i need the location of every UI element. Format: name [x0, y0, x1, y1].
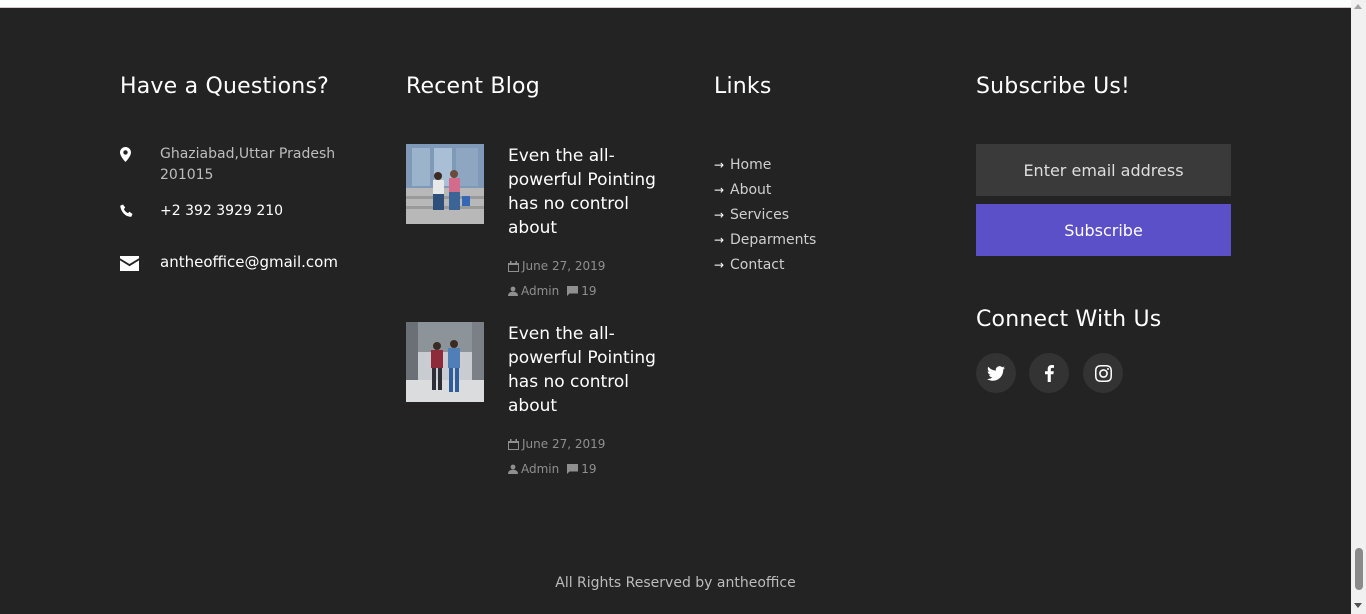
phone-icon	[120, 201, 160, 218]
blog-post-date: June 27, 2019	[508, 437, 605, 451]
link-contact[interactable]: → Contact	[714, 252, 816, 277]
questions-heading: Have a Questions?	[120, 74, 329, 99]
arrow-right-icon: →	[714, 207, 725, 222]
email-text[interactable]: antheoffice@gmail.com	[160, 252, 360, 273]
address-text: Ghaziabad,Uttar Pradesh 201015	[160, 146, 336, 183]
copyright-text: All Rights Reserved by antheoffice	[555, 575, 796, 591]
phone-text[interactable]: +2 392 3929 210	[160, 201, 360, 222]
blog-post-meta: Admin 19	[508, 284, 597, 298]
blog-date-text: June 27, 2019	[522, 437, 606, 451]
recent-blog-heading: Recent Blog	[406, 74, 540, 99]
blog-author[interactable]: Admin	[521, 284, 559, 298]
comment-icon	[567, 464, 579, 474]
link-services[interactable]: → Services	[714, 202, 816, 227]
phone-row: +2 392 3929 210	[120, 201, 360, 222]
blog-post-meta: Admin 19	[508, 462, 597, 476]
link-home[interactable]: → Home	[714, 152, 816, 177]
links-list: → Home → About → Services → Deparments → Cont…	[714, 152, 816, 277]
blog-author[interactable]: Admin	[521, 462, 559, 476]
blog-thumbnail[interactable]	[406, 322, 484, 402]
arrow-right-icon: →	[714, 232, 725, 247]
blog-date-text: June 27, 2019	[522, 259, 606, 273]
subscribe-heading: Subscribe Us!	[976, 74, 1131, 99]
email-row: antheoffice@gmail.com	[120, 252, 360, 273]
facebook-button[interactable]	[1029, 353, 1069, 393]
facebook-icon	[1044, 364, 1054, 382]
instagram-icon	[1094, 364, 1112, 382]
link-departments[interactable]: → Deparments	[714, 227, 816, 252]
comment-icon	[567, 286, 579, 296]
twitter-button[interactable]	[976, 353, 1016, 393]
blog-comment-count[interactable]: 19	[581, 284, 596, 298]
calendar-icon	[508, 438, 519, 450]
blog-comment-count[interactable]: 19	[581, 462, 596, 476]
twitter-icon	[987, 365, 1005, 381]
blog-post-title[interactable]: Even the all-powerful Pointing has no co…	[508, 144, 658, 240]
scroll-up-icon[interactable]	[1354, 4, 1362, 9]
arrow-right-icon: →	[714, 182, 725, 197]
calendar-icon	[508, 260, 519, 272]
scrollbar-thumb[interactable]	[1355, 548, 1363, 590]
page-scrollbar[interactable]	[1351, 0, 1366, 614]
links-heading: Links	[714, 74, 772, 99]
instagram-button[interactable]	[1083, 353, 1123, 393]
envelope-icon	[120, 252, 160, 271]
connect-heading: Connect With Us	[976, 307, 1162, 332]
arrow-right-icon: →	[714, 157, 725, 172]
blog-thumbnail[interactable]	[406, 144, 484, 224]
blog-post-date: June 27, 2019	[508, 259, 605, 273]
scroll-down-icon[interactable]	[1354, 603, 1362, 608]
site-footer: Have a Questions? Ghaziabad,Uttar Prades…	[0, 7, 1351, 614]
subscribe-button[interactable]: Subscribe	[976, 204, 1231, 256]
link-about[interactable]: → About	[714, 177, 816, 202]
email-input[interactable]	[976, 144, 1231, 196]
person-icon	[508, 286, 518, 296]
person-icon	[508, 464, 518, 474]
blog-post-title[interactable]: Even the all-powerful Pointing has no co…	[508, 322, 658, 418]
address-row: Ghaziabad,Uttar Pradesh 201015	[120, 144, 360, 186]
arrow-right-icon: →	[714, 257, 725, 272]
location-pin-icon	[120, 144, 160, 162]
